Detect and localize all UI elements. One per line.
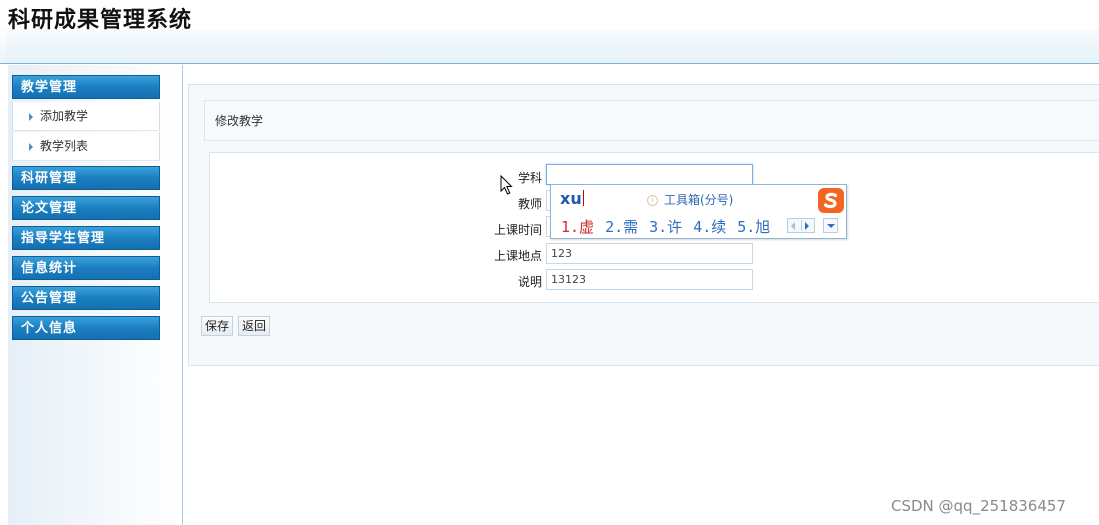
app-header: 科研成果管理系统 [0,0,1099,64]
ime-expand-button[interactable] [823,218,838,233]
page-separator [801,220,802,231]
ime-candidate[interactable]: 3.许 [649,218,682,236]
sidebar-item-label: 教学列表 [40,139,89,153]
sogou-logo-icon [818,188,844,213]
ime-page-buttons[interactable] [787,218,815,233]
sidebar-item-add-teaching[interactable]: 添加教学 [12,102,160,131]
subject-input[interactable] [546,164,753,185]
chevron-down-icon [827,224,835,228]
prev-page-icon[interactable] [791,222,795,230]
menu-announcements[interactable]: 公告管理 [12,286,160,310]
ime-toolbox[interactable]: i 工具箱(分号) [647,191,733,208]
class-time-label: 上课时间 [493,223,542,237]
ime-composition: xu [560,189,584,208]
next-page-icon[interactable] [805,222,809,230]
description-input[interactable] [546,269,753,290]
triangle-icon [29,112,33,121]
teacher-label: 教师 [517,197,542,211]
app-title: 科研成果管理系统 [8,7,193,33]
ime-candidate[interactable]: 2.需 [605,218,638,236]
section-title: 修改教学 [204,100,1099,141]
back-button[interactable]: 返回 [238,316,271,336]
menu-papers[interactable]: 论文管理 [12,196,160,220]
ime-candidate[interactable]: 1.虚 [561,218,594,236]
menu-personal-info[interactable]: 个人信息 [12,316,160,340]
class-location-input[interactable] [546,243,753,264]
text-caret [582,190,584,206]
ime-candidate[interactable]: 4.续 [693,218,726,236]
menu-student-guidance[interactable]: 指导学生管理 [12,226,160,250]
sidebar-item-teaching-list[interactable]: 教学列表 [12,132,160,161]
ime-composition-text: xu [560,189,582,208]
menu-research[interactable]: 科研管理 [12,166,160,190]
header-band [6,30,1099,63]
class-location-label: 上课地点 [493,249,542,263]
menu-statistics[interactable]: 信息统计 [12,256,160,280]
mouse-cursor-icon [500,175,513,195]
ime-toolbox-label: 工具箱(分号) [664,193,734,207]
watermark: CSDN @qq_251836457 [891,497,1066,515]
description-label: 说明 [517,275,542,289]
menu-teaching[interactable]: 教学管理 [12,75,160,99]
ime-candidate-list: 1.虚 2.需 3.许 4.续 5.旭 [561,216,781,237]
triangle-icon [29,142,33,151]
save-button[interactable]: 保存 [201,316,234,336]
info-icon: i [647,195,658,206]
ime-candidate[interactable]: 5.旭 [737,218,770,236]
ime-popup: xu i 工具箱(分号) 1.虚 2.需 3.许 4.续 5.旭 [550,184,847,239]
sidebar-item-label: 添加教学 [40,109,89,123]
